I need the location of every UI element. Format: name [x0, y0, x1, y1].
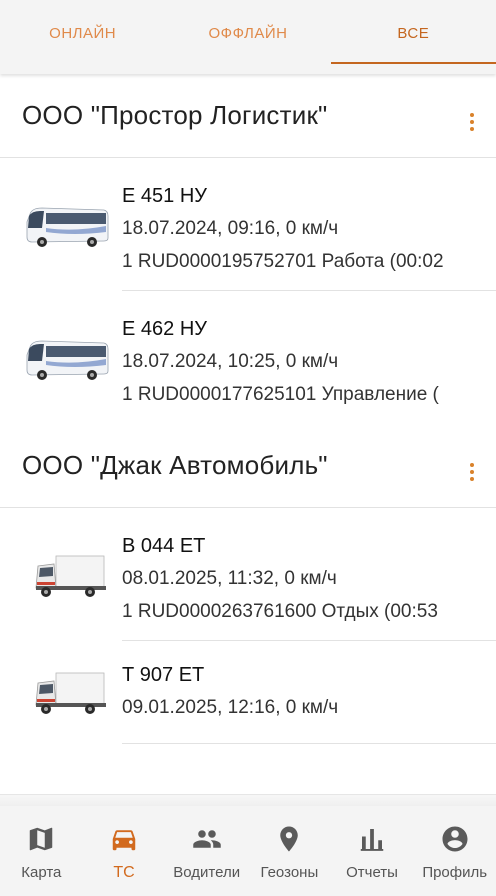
- people-icon: [192, 830, 221, 848]
- nav-label: Водители: [173, 864, 241, 881]
- truck-icon: [35, 555, 106, 597]
- nav-item-geozones[interactable]: Геозоны: [248, 806, 331, 896]
- nav-label: Геозоны: [260, 864, 319, 881]
- group-header: ООО "Джак Автомобиль": [0, 424, 496, 508]
- vehicle-plate: Т 907 ЕТ: [122, 664, 205, 686]
- tab-all[interactable]: ВСЕ: [330, 0, 496, 74]
- nav-label: Профиль: [422, 864, 488, 881]
- location-pin-icon: [280, 826, 299, 852]
- group-title: ООО "Джак Автомобиль": [22, 450, 328, 480]
- group-header: ООО "Простор Логистик": [0, 74, 496, 158]
- vehicle-status: 09.01.2025, 12:16, 0 км/ч: [122, 697, 339, 718]
- vehicle-status: 08.01.2025, 11:32, 0 км/ч: [122, 568, 337, 589]
- nav-label: Карта: [21, 864, 62, 881]
- more-vertical-icon[interactable]: [462, 451, 482, 481]
- bottom-navigation: Карта ТС Водители Геозоны Отчеты Профиль: [0, 806, 496, 896]
- tab-online[interactable]: ОНЛАЙН: [0, 0, 165, 74]
- nav-item-drivers[interactable]: Водители: [165, 806, 248, 896]
- account-circle-icon: [442, 826, 468, 852]
- divider: [122, 743, 496, 744]
- nav-item-reports[interactable]: Отчеты: [331, 806, 414, 896]
- vehicle-item[interactable]: Т 907 ЕТ 09.01.2025, 12:16, 0 км/ч: [0, 641, 496, 744]
- vehicle-plate: Е 462 НУ: [122, 318, 207, 340]
- bus-icon: [26, 207, 109, 247]
- nav-label: Отчеты: [346, 864, 398, 881]
- driver-card-status: 1 RUD0000177625101 Управление (: [122, 384, 439, 405]
- driver-card-status: 1 RUD0000263761600 Отдых (00:53: [122, 601, 438, 622]
- vehicle-plate: В 044 ЕТ: [122, 535, 206, 557]
- nav-item-map[interactable]: Карта: [0, 806, 83, 896]
- more-vertical-icon[interactable]: [462, 101, 482, 131]
- vehicle-item[interactable]: Е 451 НУ 18.07.2024, 09:16, 0 км/ч 1 RUD…: [0, 158, 496, 291]
- vehicle-list[interactable]: ООО "Простор Логистик" Е 451 НУ 18.07.20…: [0, 74, 496, 794]
- vehicle-status: 18.07.2024, 09:16, 0 км/ч: [122, 218, 339, 239]
- vehicle-status: 18.07.2024, 10:25, 0 км/ч: [122, 351, 339, 372]
- nav-label: ТС: [113, 864, 135, 881]
- nav-item-vehicles[interactable]: ТС: [83, 806, 166, 896]
- nav-separator: [0, 794, 496, 806]
- bus-icon: [26, 340, 109, 380]
- driver-card-status: 1 RUD0000195752701 Работа (00:02: [122, 251, 444, 272]
- tab-offline[interactable]: ОФФЛАЙН: [165, 0, 330, 74]
- car-icon: [112, 830, 136, 851]
- vehicle-item[interactable]: Е 462 НУ 18.07.2024, 10:25, 0 км/ч 1 RUD…: [0, 291, 496, 424]
- bar-chart-icon: [360, 829, 384, 851]
- vehicle-item[interactable]: В 044 ЕТ 08.01.2025, 11:32, 0 км/ч 1 RUD…: [0, 508, 496, 641]
- vehicle-plate: Е 451 НУ: [122, 185, 207, 207]
- truck-icon: [35, 672, 106, 714]
- map-icon: [30, 827, 53, 851]
- nav-item-profile[interactable]: Профиль: [413, 806, 496, 896]
- status-tabs: ОНЛАЙН ОФФЛАЙН ВСЕ: [0, 0, 496, 74]
- group-title: ООО "Простор Логистик": [22, 100, 328, 130]
